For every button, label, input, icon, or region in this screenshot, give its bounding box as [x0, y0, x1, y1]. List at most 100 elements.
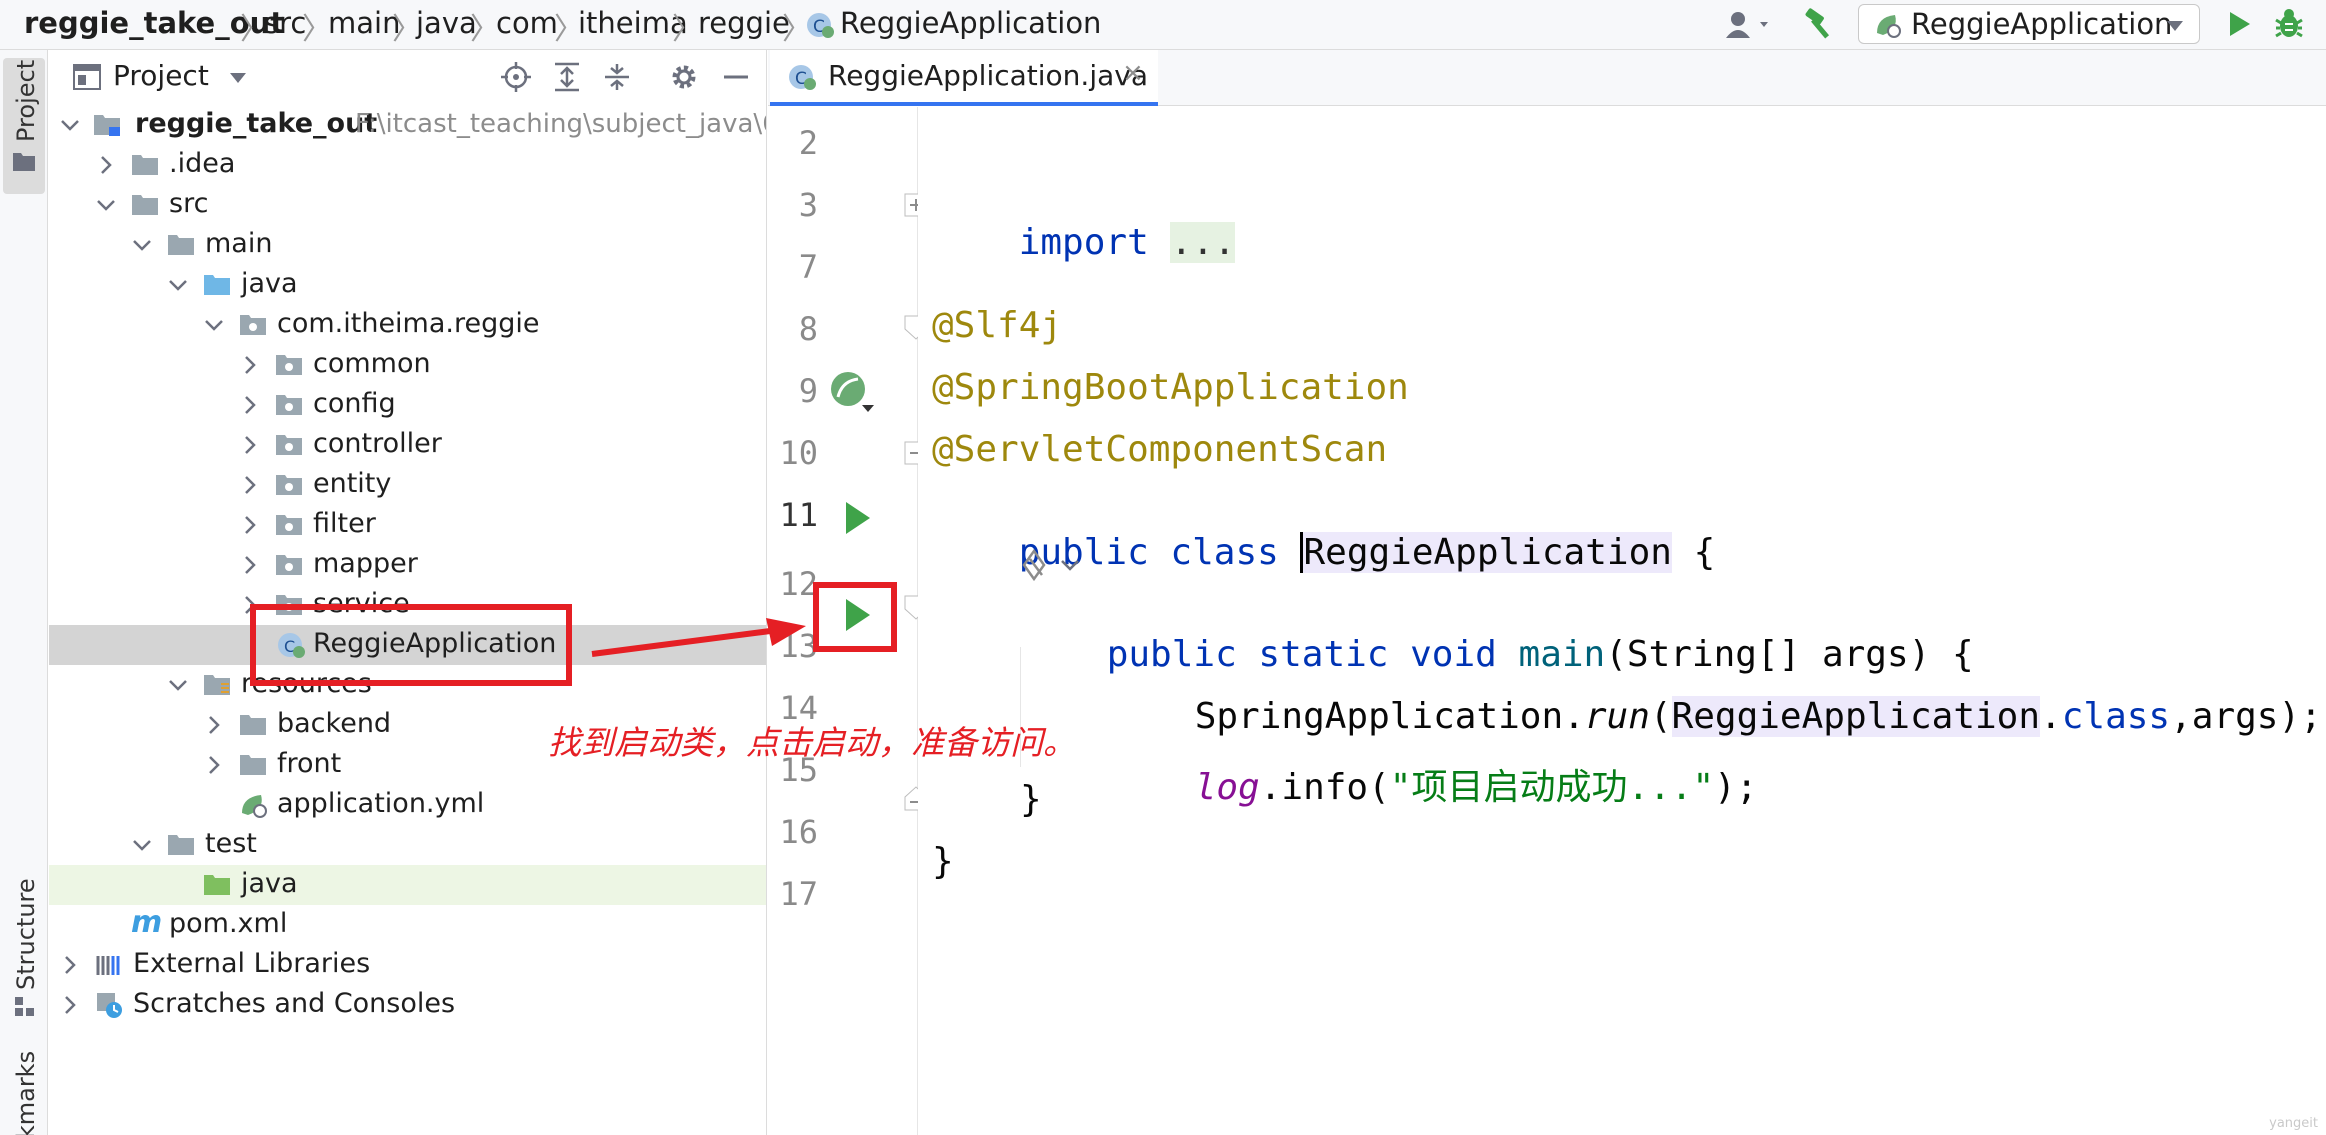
tree-row-controller[interactable]: controller [49, 425, 766, 465]
project-tool-label[interactable]: Project [12, 60, 40, 142]
left-tool-strip: Project Structure Bookmarks [0, 50, 48, 1135]
code-editor[interactable]: import ... @Slf4j @SpringBootApplication… [918, 107, 2326, 1135]
breadcrumb-item-reggie[interactable]: reggie [698, 6, 790, 40]
tree-row-config[interactable]: config [49, 385, 766, 425]
chevron-right-icon[interactable] [239, 354, 261, 376]
close-icon[interactable]: × [1122, 58, 1144, 88]
chevron-down-icon[interactable] [167, 674, 189, 696]
project-view-icon [73, 64, 101, 90]
chevron-down-icon[interactable] [131, 234, 153, 256]
chevron-right-icon[interactable] [59, 994, 81, 1016]
chevron-right-icon[interactable] [239, 554, 261, 576]
tree-row-test-java[interactable]: java [49, 865, 766, 905]
breadcrumb-current[interactable]: ReggieApplication [840, 6, 1101, 40]
tree-label-main: main [205, 228, 273, 259]
chevron-down-icon [2167, 21, 2183, 31]
chevron-down-icon[interactable] [229, 72, 247, 84]
tree-row-src[interactable]: src [49, 185, 766, 225]
tree-row-filter[interactable]: filter [49, 505, 766, 545]
breadcrumb-item-main[interactable]: main [328, 6, 400, 40]
line-number: 10 [779, 434, 818, 472]
code-line-close-class: } [932, 841, 954, 882]
highlight-box-startup-class [250, 604, 572, 686]
locate-target-icon[interactable] [501, 62, 531, 92]
code-line-import: import ... [932, 181, 1236, 304]
expand-all-icon[interactable] [553, 62, 581, 92]
run-icon[interactable] [2224, 8, 2254, 40]
tree-label-config: config [313, 388, 396, 419]
inlay-ai-hint-icon[interactable] [1018, 547, 1084, 583]
spring-class-icon: C [807, 13, 834, 38]
tree-row-package[interactable]: com.itheima.reggie [49, 305, 766, 345]
tree-label-application-yml: application.yml [277, 788, 485, 819]
module-folder-icon [94, 115, 120, 136]
watermark: yangeit [2269, 1116, 2318, 1131]
structure-tool-label[interactable]: Structure [12, 878, 40, 990]
tree-row-java[interactable]: java [49, 265, 766, 305]
tree-row-entity[interactable]: entity [49, 465, 766, 505]
tree-label-test: test [205, 828, 257, 859]
chevron-down-icon[interactable] [59, 114, 81, 136]
breadcrumb-item-com[interactable]: com [496, 6, 558, 40]
tree-row-root[interactable]: reggie_take_out F:\itcast_teaching\subje… [49, 105, 766, 145]
folder-icon [168, 835, 194, 855]
chevron-right-icon[interactable] [239, 474, 261, 496]
debug-bug-icon[interactable] [2272, 6, 2306, 42]
library-icon [96, 956, 120, 975]
resources-folder-icon [204, 675, 230, 695]
tree-label-common: common [313, 348, 431, 379]
line-number: 3 [798, 186, 818, 224]
code-brace: { [1671, 532, 1716, 573]
tree-row-test[interactable]: test [49, 825, 766, 865]
package-icon [276, 515, 302, 535]
tree-label-src: src [169, 188, 209, 219]
tree-row-mapper[interactable]: mapper [49, 545, 766, 585]
chevron-right-icon[interactable] [239, 434, 261, 456]
run-gutter-icon[interactable] [840, 500, 874, 536]
tree-row-scratches[interactable]: Scratches and Consoles [49, 985, 766, 1025]
chevron-right-icon[interactable] [203, 754, 225, 776]
code-line-close-method: } [1020, 779, 1042, 820]
project-panel: Project reggie_take_out F:\itcast_teachi… [49, 50, 767, 1135]
log-field: log [1194, 767, 1260, 808]
build-hammer-icon[interactable] [1800, 6, 1838, 44]
spring-bean-gutter-icon[interactable] [828, 369, 876, 413]
tree-label-root: reggie_take_out [135, 108, 378, 139]
line-number: 9 [798, 372, 818, 410]
tree-label-scratches: Scratches and Consoles [133, 988, 456, 1019]
tree-label-filter: filter [313, 508, 376, 539]
collapse-all-icon[interactable] [603, 62, 631, 92]
chevron-right-icon[interactable] [203, 714, 225, 736]
project-panel-title[interactable]: Project [113, 59, 209, 92]
chevron-right-icon[interactable] [95, 154, 117, 176]
breadcrumb-item-src[interactable]: src [264, 6, 306, 40]
code-token: . [2040, 696, 2062, 737]
tree-row-application-yml[interactable]: application.yml [49, 785, 766, 825]
tree-label-entity: entity [313, 468, 392, 499]
tree-row-idea[interactable]: .idea [49, 145, 766, 185]
tree-row-main[interactable]: main [49, 225, 766, 265]
keyword-class: class [2061, 696, 2171, 737]
chevron-down-icon[interactable] [131, 834, 153, 856]
tree-row-pom[interactable]: m pom.xml [49, 905, 766, 945]
breadcrumb-item-java[interactable]: java [416, 6, 477, 40]
chevron-down-icon[interactable] [203, 314, 225, 336]
tab-label: ReggieApplication.java [828, 59, 1148, 92]
code-line-slf4j: @Slf4j [932, 305, 1063, 346]
tree-row-external-libraries[interactable]: External Libraries [49, 945, 766, 985]
bookmarks-tool-label[interactable]: Bookmarks [12, 1051, 40, 1135]
user-icon[interactable] [1724, 8, 1776, 42]
run-configuration-selector[interactable]: ReggieApplication [1858, 4, 2200, 44]
tree-label-external-libraries: External Libraries [133, 948, 371, 979]
tree-row-common[interactable]: common [49, 345, 766, 385]
chevron-right-icon[interactable] [239, 394, 261, 416]
chevron-down-icon[interactable] [95, 194, 117, 216]
chevron-down-icon[interactable] [167, 274, 189, 296]
spring-boot-icon [1877, 15, 1901, 38]
tab-reggie-application-java[interactable]: C ReggieApplication.java × [770, 50, 1158, 106]
chevron-right-icon[interactable] [59, 954, 81, 976]
minimize-icon[interactable] [721, 64, 751, 90]
gear-icon[interactable] [669, 62, 699, 92]
folded-imports[interactable]: ... [1170, 222, 1236, 263]
chevron-right-icon[interactable] [239, 514, 261, 536]
